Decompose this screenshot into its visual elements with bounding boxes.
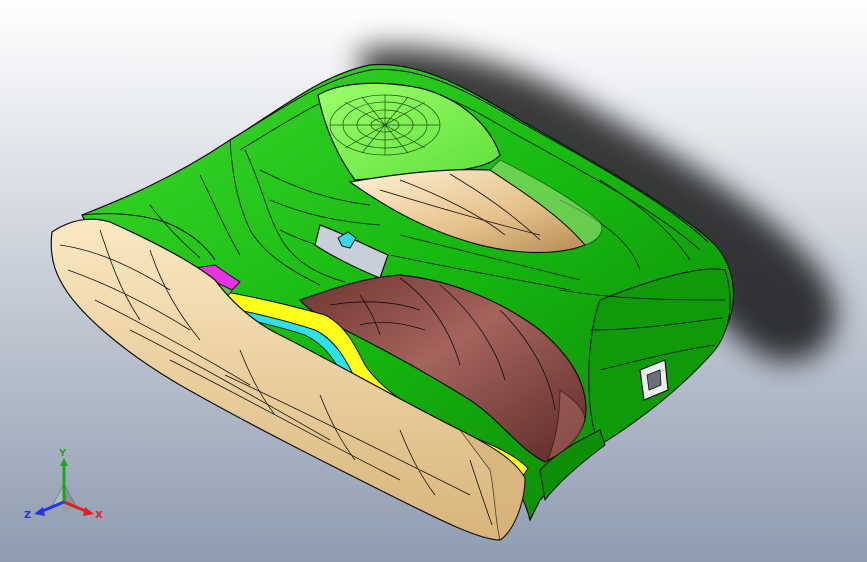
y-axis-arrow-icon [60,458,68,466]
z-axis-arrow-icon [34,507,45,516]
x-axis-arrow-icon [83,507,94,516]
y-axis-label: Y [58,448,67,459]
z-axis-label: Z [24,510,31,521]
cad-viewport[interactable]: Y X Z [0,0,867,562]
x-axis-label: X [95,510,103,521]
orientation-triad[interactable]: Y X Z [22,446,110,526]
model-scene[interactable] [0,0,867,562]
